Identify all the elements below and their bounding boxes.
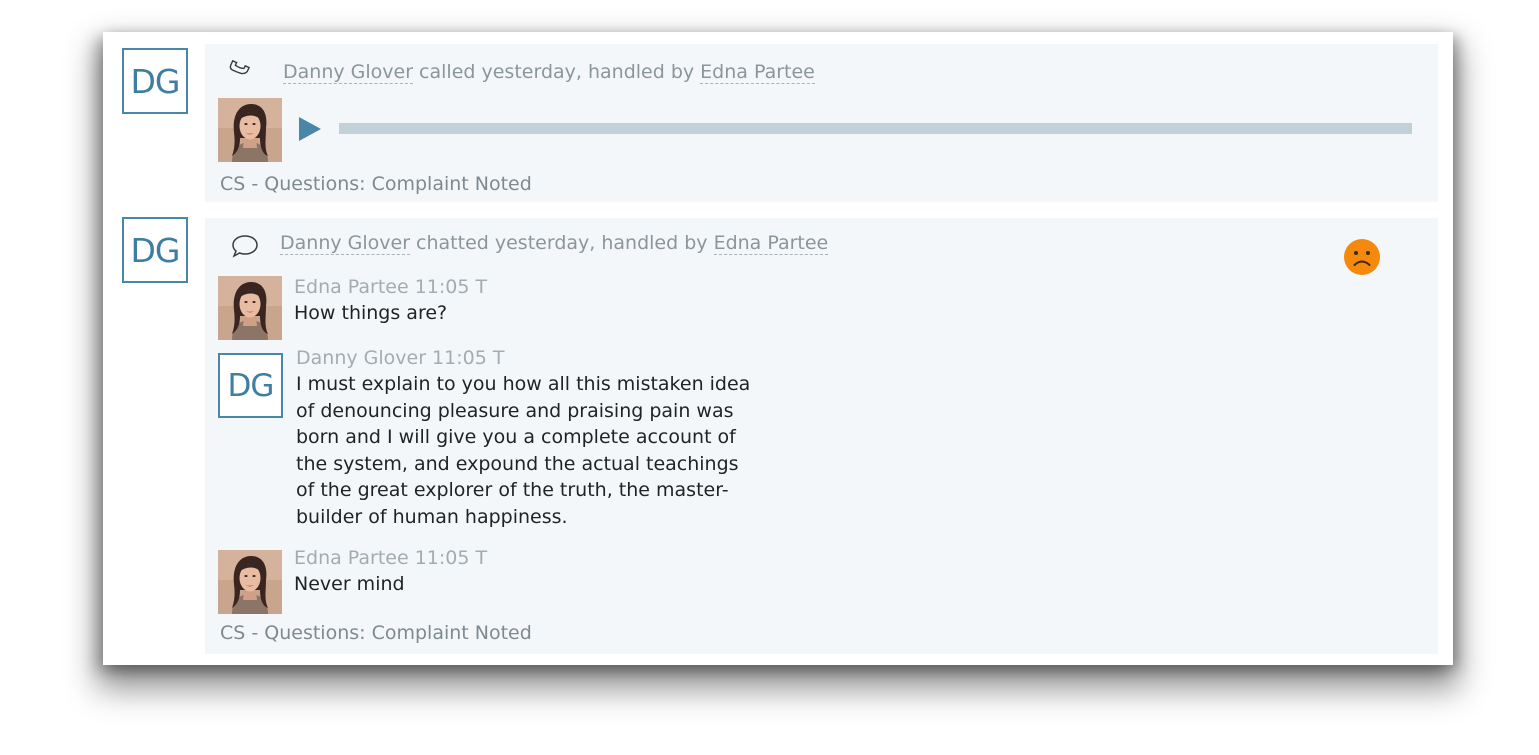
message-text: How things are? <box>294 302 448 324</box>
activity-timeline-panel: DG Danny Glover called yesterday, handle… <box>103 32 1453 665</box>
audio-progress-bar[interactable] <box>339 123 1412 134</box>
chat-activity-card: Danny Glover chatted yesterday, handled … <box>205 218 1438 654</box>
phone-icon <box>229 59 250 75</box>
agent-link[interactable]: Edna Partee <box>700 61 815 84</box>
customer-avatar[interactable]: DG <box>122 48 188 114</box>
message-line: builder of human happiness. <box>296 505 568 528</box>
customer-initials: DG <box>130 230 181 270</box>
message-meta: Danny Glover 11:05 T <box>296 347 505 369</box>
agent-link[interactable]: Edna Partee <box>713 232 829 255</box>
customer-initials: DG <box>227 367 275 404</box>
customer-link[interactable]: Danny Glover <box>280 232 411 255</box>
call-tag: CS - Questions: Complaint Noted <box>220 173 532 195</box>
call-activity-card: Danny Glover called yesterday, handled b… <box>205 44 1438 202</box>
customer-link[interactable]: Danny Glover <box>283 61 414 84</box>
message-line: of the great explorer of the truth, the … <box>296 479 729 502</box>
customer-avatar[interactable]: DG <box>122 217 188 283</box>
customer-initials: DG <box>130 61 181 101</box>
chat-summary: Danny Glover chatted yesterday, handled … <box>280 232 829 255</box>
message-line: born and I will give you a complete acco… <box>296 426 736 449</box>
play-icon[interactable] <box>297 116 323 142</box>
call-summary: Danny Glover called yesterday, handled b… <box>283 61 815 84</box>
message-line: I must explain to you how all this mista… <box>296 373 751 395</box>
customer-avatar: DG <box>218 353 283 418</box>
agent-avatar <box>218 98 282 162</box>
chat-bubble-icon <box>232 235 258 258</box>
chat-tag: CS - Questions: Complaint Noted <box>220 622 532 644</box>
message-meta: Edna Partee 11:05 T <box>294 547 488 569</box>
message-line: the system, and expound the actual teach… <box>296 452 739 475</box>
message-text: Never mind <box>294 573 405 595</box>
call-action-text: called yesterday, handled by <box>413 61 701 83</box>
agent-avatar <box>218 550 282 614</box>
chat-action-text: chatted yesterday, handled by <box>410 232 714 254</box>
sad-face-icon[interactable] <box>1343 238 1381 276</box>
message-line: of denouncing pleasure and praising pain… <box>296 399 734 422</box>
agent-avatar <box>218 276 282 340</box>
message-meta: Edna Partee 11:05 T <box>294 276 488 298</box>
message-text: I must explain to you how all this mista… <box>296 371 750 531</box>
